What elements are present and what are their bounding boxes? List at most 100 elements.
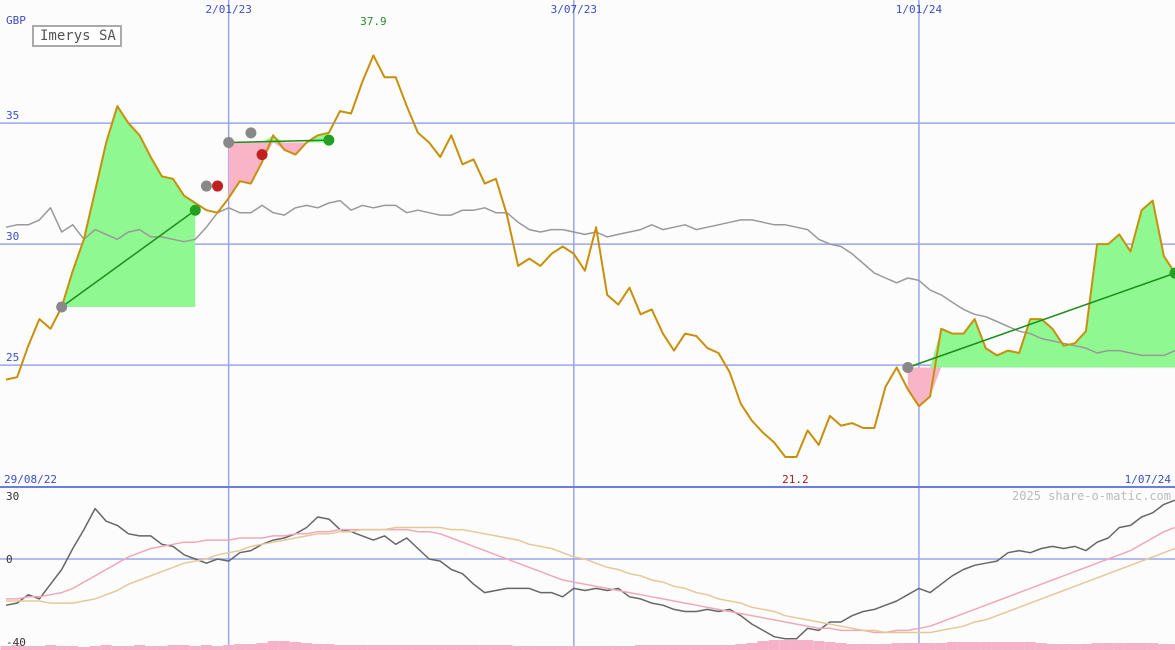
gain-area: [61, 106, 196, 308]
volume-bar: [1013, 642, 1025, 650]
volume-bar: [111, 646, 123, 650]
chart-title-legend: Imerys SA: [32, 25, 122, 47]
volume-bar: [924, 643, 936, 650]
volume-bar: [512, 646, 524, 650]
volume-bar: [557, 646, 569, 650]
volume-bar: [712, 645, 725, 650]
volume-bar: [534, 646, 546, 650]
volume-bar: [200, 645, 212, 650]
volume-bar: [89, 646, 101, 650]
volume-bar: [1147, 643, 1159, 650]
y-tick-label: 35: [6, 109, 19, 122]
volume-bar: [1080, 644, 1092, 650]
volume-bar: [946, 642, 958, 650]
volume-bar: [857, 644, 869, 650]
volume-bar: [178, 645, 190, 650]
volume-bar: [445, 645, 457, 650]
volume-bar: [211, 646, 224, 650]
chart-root: 2/01/23 3/07/23 1/01/24 35 30 25 GBP 29/08/22 1/…: [0, 0, 1175, 650]
volume-bar: [969, 642, 981, 650]
y-tick-label: 30: [6, 230, 19, 243]
loss-area: [228, 142, 329, 199]
min-price-label: 21.2: [782, 473, 809, 486]
start-date-label: 29/08/22: [4, 473, 57, 486]
volume-bar: [412, 645, 424, 650]
volume-bar: [490, 645, 502, 650]
volume-bar: [579, 646, 591, 650]
volume-bar: [891, 643, 903, 650]
volume-bar: [390, 645, 402, 650]
volume-bar: [679, 645, 691, 650]
volume-bar: [957, 642, 970, 650]
volume-bar: [1046, 644, 1059, 650]
volume-bar: [1124, 643, 1137, 650]
volume-bar: [167, 645, 179, 650]
volume-bar: [701, 645, 713, 650]
volume-bar: [635, 645, 647, 650]
volume-bar: [367, 645, 379, 650]
volume-bar: [323, 644, 335, 650]
signal-marker: [256, 149, 268, 161]
volume-bar: [523, 646, 535, 650]
volume-bar: [746, 643, 758, 650]
gain-area: [907, 200, 1175, 368]
x-tick-label: 3/07/23: [551, 3, 597, 16]
volume-bar: [100, 645, 112, 650]
volume-bar: [256, 643, 268, 650]
volume-bar: [223, 645, 235, 650]
volume-bar: [735, 644, 747, 650]
chart-credit: 2025 share-o-matic.com: [1012, 489, 1171, 503]
end-date-label: 1/07/24: [1125, 473, 1172, 486]
signal-fast-line: [6, 526, 1175, 634]
volume-bar: [356, 645, 368, 650]
trend-start-marker: [56, 301, 68, 313]
signal-marker: [245, 127, 257, 139]
volume-bar: [623, 646, 636, 650]
volume-bar: [401, 645, 413, 650]
volume-bar: [668, 645, 680, 650]
volume-bar: [134, 645, 146, 650]
volume-bar: [980, 642, 992, 650]
volume-bar: [501, 645, 513, 650]
volume-bar: [1169, 644, 1175, 650]
x-tick-label: 1/01/24: [896, 3, 943, 16]
volume-bar: [824, 642, 836, 650]
volume-bar: [378, 645, 391, 650]
volume-bar: [468, 645, 480, 650]
volume-bar: [33, 646, 45, 650]
volume-bar: [601, 646, 613, 650]
volume-bar: [612, 646, 624, 650]
oscillator-tick-label: -40: [6, 636, 26, 649]
volume-bar: [156, 646, 168, 650]
volume-bar: [646, 645, 658, 650]
volume-bar: [267, 641, 279, 650]
volume-bar: [846, 644, 858, 650]
volume-bar: [835, 643, 847, 650]
volume-bar: [1069, 644, 1081, 650]
loss-area: [907, 367, 1175, 407]
volume-bar: [423, 645, 435, 650]
volume-bar: [245, 644, 257, 650]
x-tick-label: 2/01/23: [205, 3, 251, 16]
trend-start-marker: [223, 137, 235, 149]
trend-end-marker: [189, 204, 201, 216]
volume-bar: [991, 642, 1003, 650]
volume-bar: [813, 641, 825, 650]
volume-bar: [902, 643, 914, 650]
trend-end-marker: [323, 134, 335, 146]
volume-bar: [145, 646, 157, 650]
volume-bar: [1102, 643, 1114, 650]
volume-bar: [590, 646, 602, 650]
volume-bar: [44, 645, 57, 650]
volume-bar: [189, 646, 201, 650]
max-price-label: 37.9: [360, 15, 387, 28]
signal-marker: [200, 180, 212, 192]
volume-bar: [768, 640, 780, 650]
volume-bar: [56, 646, 68, 650]
volume-bar: [122, 646, 135, 650]
volume-bar: [913, 643, 925, 650]
oscillator-tick-label: 30: [6, 490, 19, 503]
volume-bar: [345, 645, 357, 650]
volume-bar: [802, 640, 814, 650]
volume-bar: [479, 645, 491, 650]
